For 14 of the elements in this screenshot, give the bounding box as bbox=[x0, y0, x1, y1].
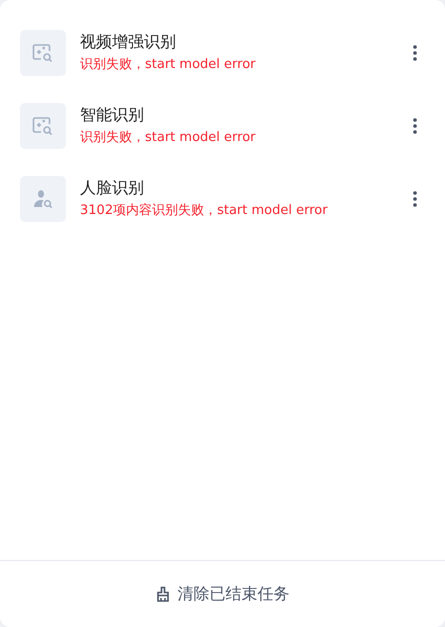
person-search-icon bbox=[32, 189, 54, 209]
image-search-icon bbox=[32, 116, 54, 136]
brush-icon bbox=[156, 586, 170, 602]
task-title: 智能识别 bbox=[80, 105, 145, 125]
more-menu-icon[interactable] bbox=[411, 117, 419, 135]
more-menu-icon[interactable] bbox=[411, 190, 419, 208]
image-search-icon bbox=[32, 43, 54, 63]
task-title: 视频增强识别 bbox=[80, 32, 177, 52]
task-status: 3102项内容识别失败，start model error bbox=[80, 202, 329, 220]
task-status: 识别失败，start model error bbox=[80, 129, 256, 147]
more-menu-icon[interactable] bbox=[411, 44, 419, 62]
task-title: 人脸识别 bbox=[80, 178, 145, 198]
task-status: 识别失败，start model error bbox=[80, 56, 256, 74]
clear-finished-button[interactable]: 清除已结束任务 bbox=[152, 580, 294, 608]
